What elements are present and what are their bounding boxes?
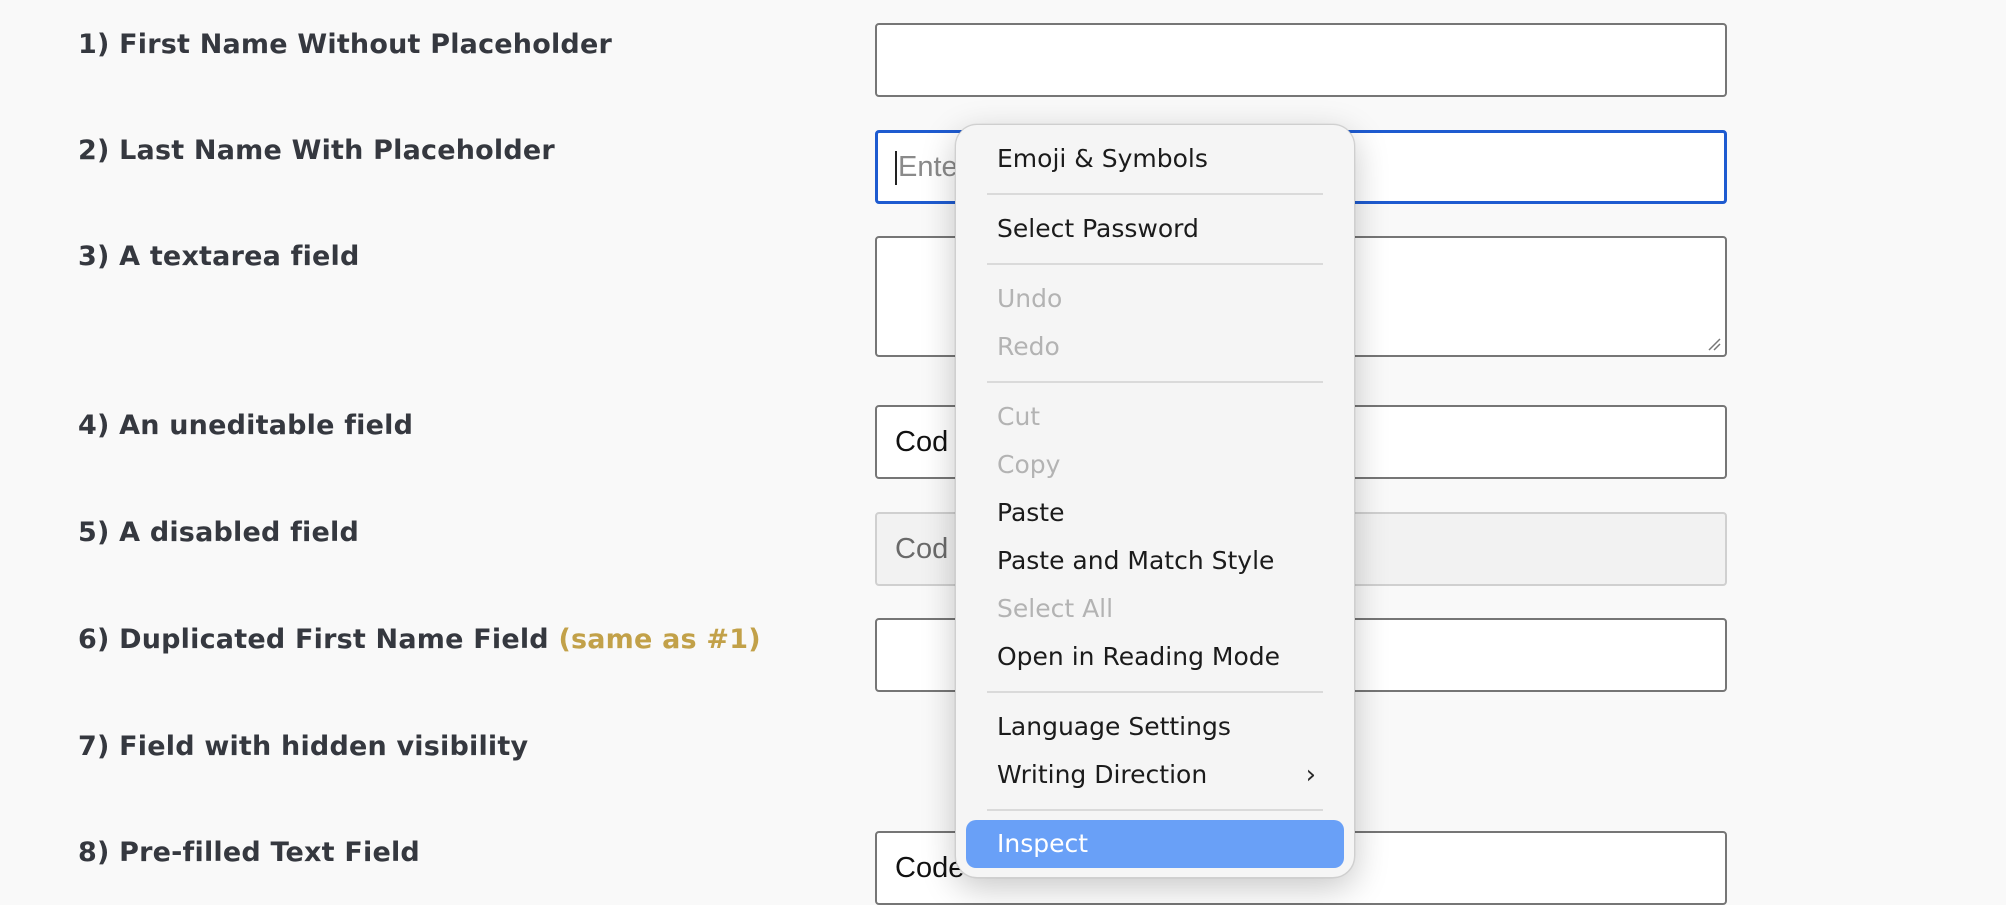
menu-separator — [987, 809, 1323, 811]
uneditable-value: Cod — [895, 426, 949, 458]
menu-item-inspect[interactable]: Inspect — [966, 820, 1344, 868]
menu-separator — [987, 691, 1323, 693]
context-menu: Emoji & Symbols Select Password Undo Red… — [955, 124, 1355, 878]
label-prefilled: 8) Pre-filled Text Field — [78, 837, 420, 868]
label-last-name: 2) Last Name With Placeholder — [78, 135, 555, 166]
disabled-value: Cod — [895, 533, 949, 565]
label-textarea: 3) A textarea field — [78, 241, 360, 272]
menu-item-emoji-symbols[interactable]: Emoji & Symbols — [966, 135, 1344, 183]
resize-handle-icon[interactable] — [1707, 337, 1721, 351]
prefilled-value: Code — [895, 852, 965, 884]
menu-item-paste[interactable]: Paste — [966, 489, 1344, 537]
label-hidden-visibility: 7) Field with hidden visibility — [78, 731, 529, 762]
label-duplicated-text: 6) Duplicated First Name Field — [78, 624, 549, 655]
menu-item-cut: Cut — [997, 402, 1041, 431]
menu-item-paste-match-style[interactable]: Paste and Match Style — [966, 537, 1344, 585]
menu-item-writing-direction-label: Writing Direction — [997, 760, 1208, 789]
label-first-name: 1) First Name Without Placeholder — [78, 29, 612, 60]
text-caret — [895, 151, 897, 186]
label-duplicated-first-name: 6) Duplicated First Name Field (same as … — [78, 624, 761, 655]
menu-item-select-all: Select All — [997, 594, 1114, 623]
menu-item-select-password[interactable]: Select Password — [966, 205, 1344, 253]
menu-separator — [987, 381, 1323, 383]
first-name-input[interactable] — [875, 23, 1727, 97]
menu-item-reading-mode[interactable]: Open in Reading Mode — [966, 633, 1344, 681]
last-name-placeholder: Ente — [898, 151, 958, 183]
menu-item-writing-direction[interactable]: Writing Direction › — [966, 751, 1344, 799]
chevron-right-icon: › — [1305, 760, 1316, 790]
menu-separator — [987, 263, 1323, 265]
label-duplicated-note: (same as #1) — [558, 624, 761, 655]
menu-item-undo: Undo — [997, 284, 1063, 313]
menu-item-copy: Copy — [997, 450, 1061, 479]
menu-item-language-settings[interactable]: Language Settings — [966, 703, 1344, 751]
label-disabled: 5) A disabled field — [78, 517, 360, 548]
menu-separator — [987, 193, 1323, 195]
label-uneditable: 4) An uneditable field — [78, 410, 414, 441]
menu-item-redo: Redo — [997, 332, 1060, 361]
